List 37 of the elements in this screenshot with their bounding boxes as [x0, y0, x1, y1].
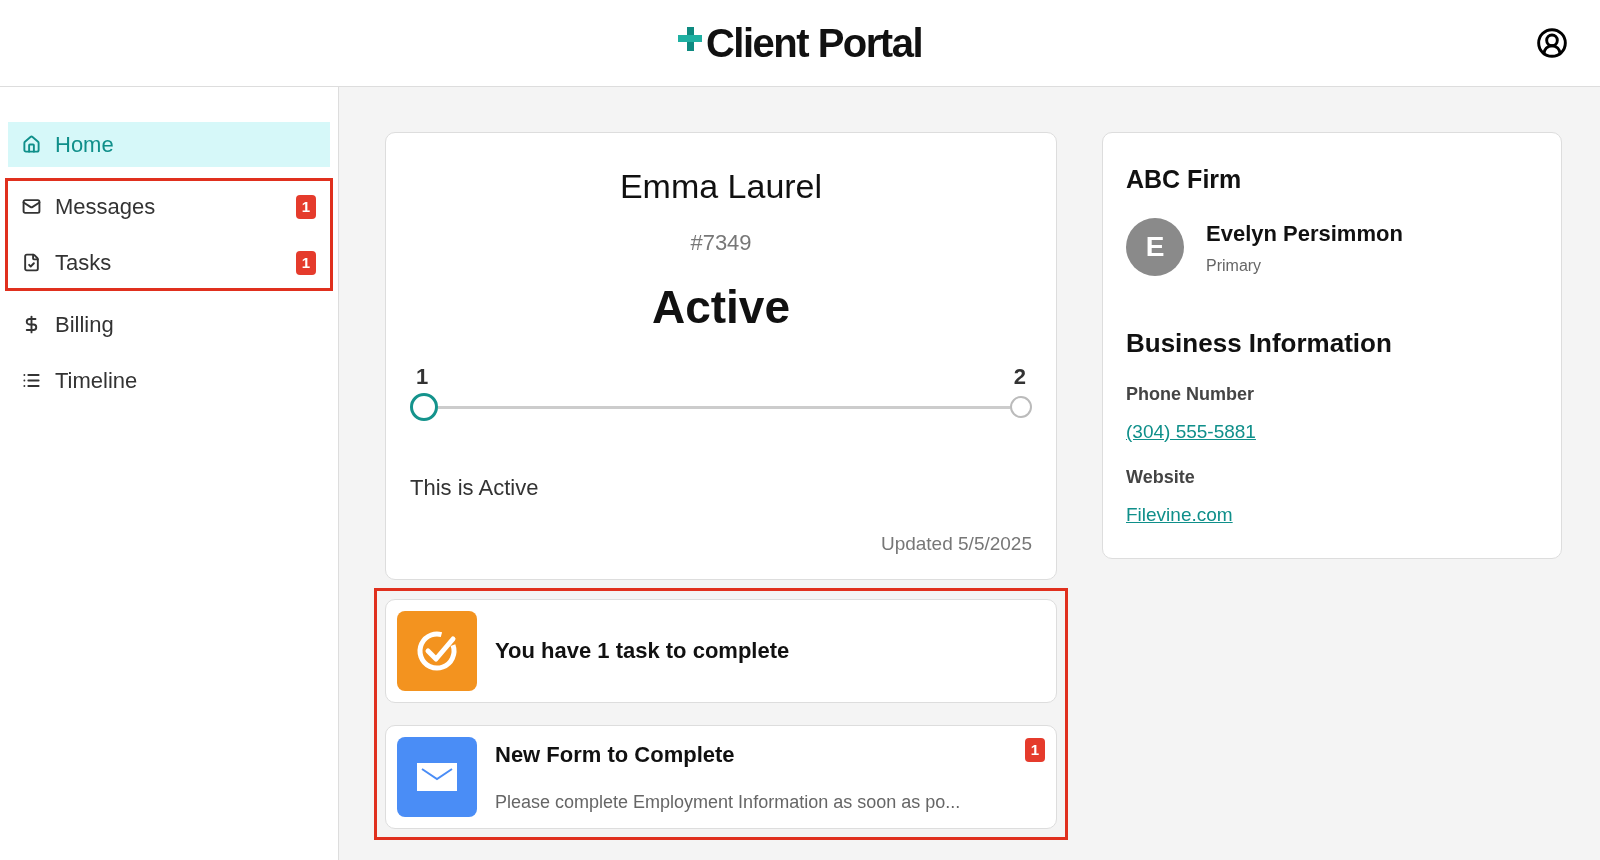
- firm-name: ABC Firm: [1126, 164, 1243, 195]
- envelope-icon: [22, 197, 41, 216]
- count-badge: 1: [295, 194, 316, 219]
- section-title: Business Information: [1126, 326, 1393, 360]
- user-account-icon[interactable]: [1536, 27, 1568, 59]
- field-link[interactable]: (304) 555-5881: [1126, 417, 1256, 446]
- field-label: Website: [1126, 466, 1196, 489]
- notification-title: New Form to Complete: [495, 740, 736, 769]
- nav-item[interactable]: Home: [8, 122, 330, 167]
- client-name: Emma Laurel: [618, 166, 824, 207]
- notification-card[interactable]: You have 1 task to complete: [385, 598, 1057, 703]
- step-label: 2: [1013, 363, 1026, 391]
- count-badge: 1: [1024, 737, 1045, 762]
- nav-item[interactable]: Billing: [8, 302, 330, 347]
- case-number: #7349: [689, 229, 753, 257]
- document-check-icon: [22, 253, 41, 272]
- updated-date: Updated 5/5/2025: [879, 532, 1032, 556]
- nav-item[interactable]: Tasks 1: [8, 240, 330, 285]
- nav-item[interactable]: Timeline: [8, 358, 330, 403]
- list-icon: [22, 371, 41, 390]
- step-label: 1: [416, 363, 429, 391]
- status-description: This is Active: [410, 474, 540, 502]
- nav-item[interactable]: Messages 1: [8, 184, 330, 229]
- notification-text: Please complete Employment Information as soon as po...: [495, 790, 961, 814]
- plus-logo-icon: [677, 27, 704, 53]
- envelope-icon: [397, 736, 477, 817]
- logo-text: Client Portal: [705, 20, 923, 67]
- notification-title: You have 1 task to complete: [495, 637, 790, 665]
- field-link[interactable]: Filevine.com: [1126, 501, 1233, 530]
- notification-card[interactable]: New Form to Complete Please complete Employment Information as soon as po... 1: [385, 724, 1057, 829]
- home-icon: [22, 135, 41, 154]
- contact-name: Evelyn Persimmon: [1206, 219, 1403, 248]
- field-label: Phone Number: [1126, 382, 1255, 406]
- case-status: Active: [650, 280, 792, 335]
- avatar-initial: E: [1126, 218, 1184, 276]
- count-badge: 1: [295, 250, 316, 275]
- contact-role: Primary: [1206, 255, 1263, 276]
